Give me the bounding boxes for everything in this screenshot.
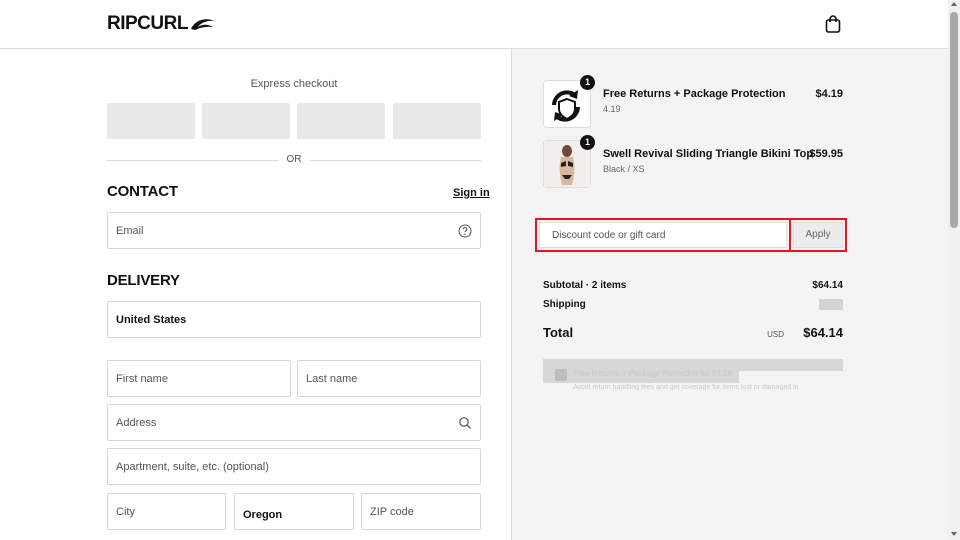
- express-pay-button-2[interactable]: [202, 103, 290, 139]
- delivery-title: DELIVERY: [107, 272, 180, 289]
- wave-logo-icon: [190, 19, 215, 30]
- subtotal-value: $64.14: [812, 280, 843, 291]
- express-pay-button-3[interactable]: [297, 103, 385, 139]
- page-scrollbar[interactable]: [948, 0, 960, 540]
- ripcurl-logo[interactable]: RIPCURL: [107, 13, 217, 35]
- zip-placeholder: ZIP code: [370, 505, 414, 518]
- last-name-field[interactable]: Last name: [297, 360, 481, 397]
- cart-item-name: Free Returns + Package Protection: [603, 88, 786, 100]
- address-placeholder: Address: [116, 416, 157, 429]
- subtotal-label: Subtotal · 2 items: [543, 280, 627, 291]
- express-pay-button-1[interactable]: [107, 103, 195, 139]
- cart-item: 1 Free Returns + Package Protection 4.19…: [543, 75, 843, 128]
- discount-field-highlight: Discount code or gift card: [535, 218, 791, 252]
- email-placeholder: Email: [116, 224, 144, 237]
- express-pay-button-4[interactable]: [393, 103, 481, 139]
- address-field[interactable]: Address: [107, 404, 481, 441]
- apply-button-highlight: Apply: [789, 218, 847, 252]
- apply-discount-button[interactable]: Apply: [793, 222, 843, 248]
- contact-title: CONTACT: [107, 183, 178, 200]
- shipping-loading-placeholder: [819, 299, 843, 310]
- quantity-badge: 1: [580, 135, 595, 150]
- search-icon: [459, 416, 471, 429]
- city-placeholder: City: [116, 505, 135, 518]
- brand-name: RIPCURL: [107, 13, 188, 34]
- scroll-down-arrow-icon[interactable]: [951, 532, 957, 536]
- apartment-placeholder: Apartment, suite, etc. (optional): [116, 460, 269, 473]
- city-field[interactable]: City: [107, 493, 226, 530]
- cart-item-variant: Black / XS: [603, 164, 645, 174]
- sign-in-link[interactable]: Sign in: [453, 187, 490, 199]
- scrollbar-thumb[interactable]: [950, 12, 958, 228]
- scroll-up-arrow-icon[interactable]: [951, 2, 957, 6]
- checkout-form-panel: Express checkout OR CONTACT Sign in Emai…: [0, 49, 511, 540]
- total-label: Total: [543, 325, 574, 340]
- currency-code: USD: [767, 330, 784, 339]
- cart-item: 1 Swell Revival Sliding Triangle Bikini …: [543, 135, 843, 188]
- cart-item-price: $4.19: [815, 88, 843, 100]
- or-divider: OR: [107, 152, 481, 168]
- shipping-row: Shipping: [543, 299, 843, 311]
- protection-label: Free Returns + Package Protection for $4…: [573, 369, 732, 378]
- first-name-field[interactable]: First name: [107, 360, 291, 397]
- cart-item-price: $59.95: [809, 148, 843, 160]
- order-summary-panel: 1 Free Returns + Package Protection 4.19…: [511, 49, 948, 540]
- country-select[interactable]: United States: [107, 301, 481, 338]
- total-value: $64.14: [803, 325, 843, 340]
- express-checkout-label: Express checkout: [250, 78, 338, 90]
- cart-item-variant: 4.19: [603, 104, 621, 114]
- subtotal-row: Subtotal · 2 items $64.14: [543, 280, 843, 292]
- discount-placeholder: Discount code or gift card: [552, 230, 666, 241]
- first-name-placeholder: First name: [116, 372, 168, 385]
- quantity-badge: 1: [580, 75, 595, 90]
- email-field[interactable]: Email: [107, 212, 481, 249]
- shopping-bag-icon[interactable]: [823, 14, 843, 34]
- discount-code-input[interactable]: Discount code or gift card: [539, 222, 787, 248]
- protection-checkbox[interactable]: [555, 369, 567, 381]
- divider-line-right: [309, 160, 481, 161]
- country-value: United States: [116, 313, 187, 326]
- protection-description: Avoid return handling fees and get cover…: [573, 384, 799, 390]
- cart-item-name: Swell Revival Sliding Triangle Bikini To…: [603, 148, 814, 160]
- state-value: Oregon: [243, 509, 283, 521]
- state-select[interactable]: Oregon: [234, 493, 354, 530]
- last-name-placeholder: Last name: [306, 372, 358, 385]
- question-circle-icon[interactable]: [458, 224, 472, 238]
- shipping-label: Shipping: [543, 299, 586, 310]
- zip-field[interactable]: ZIP code: [361, 493, 481, 530]
- apartment-field[interactable]: Apartment, suite, etc. (optional): [107, 448, 481, 485]
- site-header: RIPCURL: [0, 0, 948, 49]
